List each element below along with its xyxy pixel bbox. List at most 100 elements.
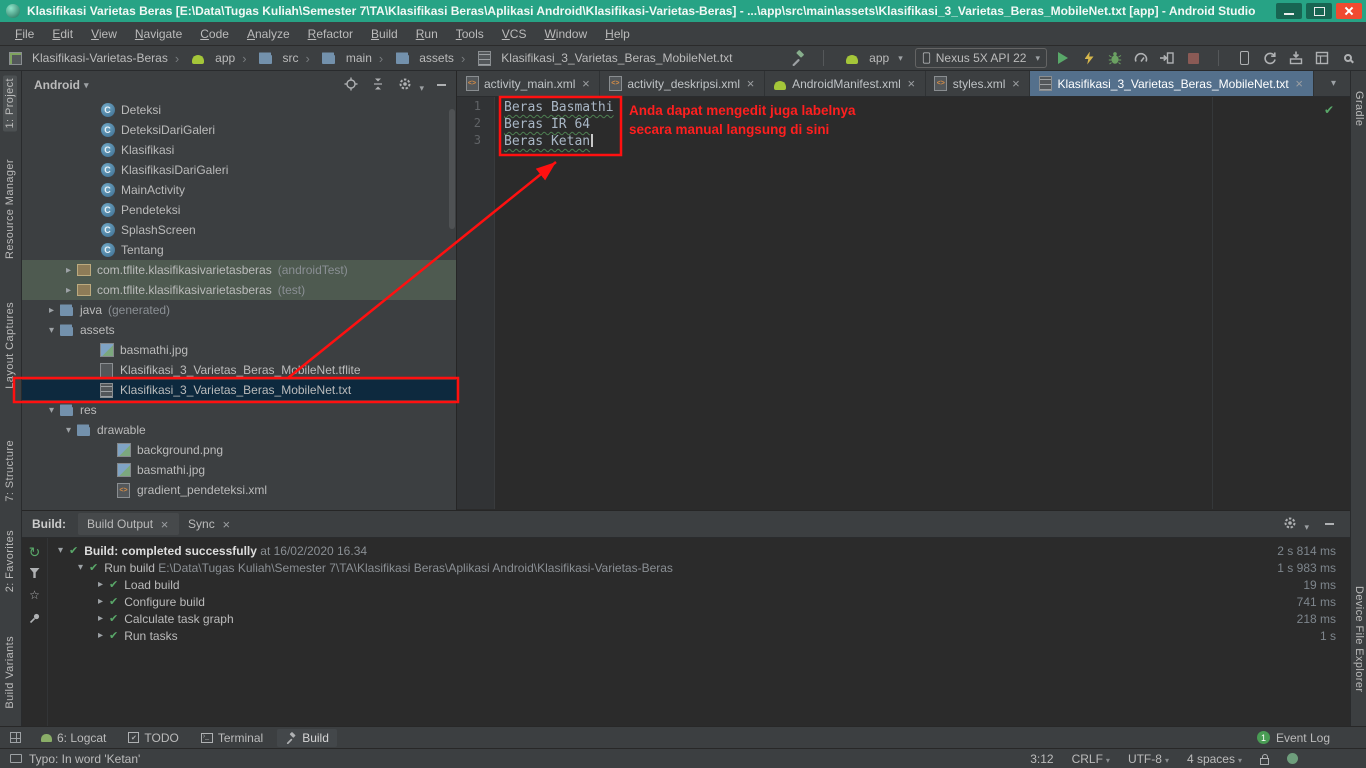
menu-tools[interactable]: Tools: [447, 24, 493, 44]
tree-item-labels-txt[interactable]: Klasifikasi_3_Varietas_Beras_MobileNet.t…: [22, 380, 456, 400]
tree-item-gradient-pendeteksi-xml[interactable]: gradient_pendeteksi.xml: [22, 480, 456, 500]
tree-item-deteksi[interactable]: Deteksi: [22, 100, 456, 120]
menu-edit[interactable]: Edit: [43, 24, 82, 44]
locate-file-icon[interactable]: [344, 77, 358, 94]
indent-select[interactable]: 4 spaces: [1187, 752, 1242, 766]
stripe-device-file-explorer-button[interactable]: Device File Explorer: [1353, 586, 1365, 692]
tree-item-tentang[interactable]: Tentang: [22, 240, 456, 260]
chevron-right-icon[interactable]: [94, 613, 107, 624]
chevron-right-icon[interactable]: [62, 265, 75, 276]
tree-item-klasifikasi[interactable]: Klasifikasi: [22, 140, 456, 160]
readonly-lock-icon[interactable]: [1260, 753, 1269, 765]
search-everywhere-icon[interactable]: [1338, 48, 1358, 68]
chevron-down-icon[interactable]: [74, 562, 87, 573]
close-tab-icon[interactable]: [221, 519, 232, 530]
tree-item-tflite-model[interactable]: Klasifikasi_3_Varietas_Beras_MobileNet.t…: [22, 360, 456, 380]
menu-navigate[interactable]: Navigate: [126, 24, 191, 44]
chevron-down-icon[interactable]: [45, 325, 58, 336]
stripe-gradle-button[interactable]: Gradle: [1353, 91, 1365, 126]
apply-changes-icon[interactable]: [1079, 48, 1099, 68]
stripe-resource-manager-button[interactable]: Resource Manager: [3, 156, 17, 262]
tab-androidmanifest-xml[interactable]: AndroidManifest.xml: [765, 71, 926, 96]
tree-item-mainactivity[interactable]: MainActivity: [22, 180, 456, 200]
breadcrumb-main[interactable]: main: [299, 50, 372, 66]
breadcrumb-project[interactable]: Klasifikasi-Varietas-Beras: [8, 50, 168, 66]
avd-manager-icon[interactable]: [1234, 48, 1254, 68]
menu-view[interactable]: View: [82, 24, 126, 44]
menu-vcs[interactable]: VCS: [493, 24, 536, 44]
tree-item-deteksidarigaleri[interactable]: DeteksiDariGaleri: [22, 120, 456, 140]
menu-refactor[interactable]: Refactor: [299, 24, 362, 44]
restart-build-icon[interactable]: [29, 546, 41, 558]
collapse-all-icon[interactable]: [371, 77, 385, 94]
tree-item-basmathi-jpg-drawable[interactable]: basmathi.jpg: [22, 460, 456, 480]
tree-item-res[interactable]: res: [22, 400, 456, 420]
event-log-button[interactable]: 1 Event Log: [1256, 731, 1330, 745]
build-settings-gear-icon[interactable]: [1283, 516, 1309, 533]
build-row-run-tasks[interactable]: Run tasks 1 s: [48, 627, 1350, 644]
layout-inspector-icon[interactable]: [1312, 48, 1332, 68]
attach-debugger-icon[interactable]: [1157, 48, 1177, 68]
tab-activity-deskripsi-xml[interactable]: activity_deskripsi.xml: [600, 71, 766, 96]
gradle-sync-icon[interactable]: [1260, 48, 1280, 68]
tab-sync[interactable]: Sync: [179, 513, 241, 535]
settings-gear-icon[interactable]: [398, 77, 424, 94]
tab-list-dropdown-icon[interactable]: [1317, 71, 1350, 96]
chevron-right-icon[interactable]: [62, 285, 75, 296]
editor-body[interactable]: 1 2 3 Beras Basmathi Beras IR 64 Beras K…: [457, 97, 1350, 509]
close-button[interactable]: [1336, 3, 1362, 19]
build-row-summary[interactable]: Build: completed successfully at 16/02/2…: [48, 542, 1350, 559]
hide-panel-icon[interactable]: [1325, 523, 1334, 525]
stripe-layout-captures-button[interactable]: Layout Captures: [3, 299, 17, 392]
stripe-todo-button[interactable]: TODO: [120, 729, 186, 747]
build-row-load-build[interactable]: Load build 19 ms: [48, 576, 1350, 593]
pin-icon[interactable]: [29, 612, 41, 627]
filter-icon[interactable]: [29, 568, 40, 578]
breadcrumb-assets[interactable]: assets: [372, 50, 454, 66]
status-message-icon[interactable]: [10, 754, 22, 763]
encoding-select[interactable]: UTF-8: [1128, 752, 1169, 766]
tab-labels-txt[interactable]: Klasifikasi_3_Varietas_Beras_MobileNet.t…: [1030, 71, 1314, 96]
line-separator-select[interactable]: CRLF: [1072, 752, 1110, 766]
tree-item-background-png[interactable]: background.png: [22, 440, 456, 460]
tree-item-java-generated[interactable]: java (generated): [22, 300, 456, 320]
inspection-ok-icon[interactable]: [1324, 103, 1334, 117]
menu-analyze[interactable]: Analyze: [238, 24, 299, 44]
build-row-run-build[interactable]: Run build E:\Data\Tugas Kuliah\Semester …: [48, 559, 1350, 576]
close-tab-icon[interactable]: [1010, 78, 1021, 89]
chevron-down-icon[interactable]: [54, 545, 67, 556]
minimize-button[interactable]: [1276, 3, 1302, 19]
close-tab-icon[interactable]: [159, 519, 170, 530]
menu-window[interactable]: Window: [535, 24, 596, 44]
stripe-build-variants-button[interactable]: Build Variants: [3, 633, 17, 712]
device-select[interactable]: Nexus 5X API 22: [914, 48, 1047, 68]
tree-item-basmathi-jpg[interactable]: basmathi.jpg: [22, 340, 456, 360]
profile-icon[interactable]: [1131, 48, 1151, 68]
menu-file[interactable]: File: [6, 24, 43, 44]
tab-styles-xml[interactable]: styles.xml: [926, 71, 1031, 96]
breadcrumb-src[interactable]: src: [235, 50, 299, 66]
build-row-configure-build[interactable]: Configure build 741 ms: [48, 593, 1350, 610]
tree-item-assets[interactable]: assets: [22, 320, 456, 340]
tree-item-drawable[interactable]: drawable: [22, 420, 456, 440]
tree-item-package-test[interactable]: com.tflite.klasifikasivarietasberas (test…: [22, 280, 456, 300]
run-configuration-select[interactable]: app: [839, 49, 909, 67]
run-button[interactable]: [1053, 48, 1073, 68]
favorites-icon[interactable]: [29, 588, 40, 602]
hide-panel-icon[interactable]: [437, 84, 446, 86]
stop-icon[interactable]: [1183, 48, 1203, 68]
tab-activity-main-xml[interactable]: activity_main.xml: [457, 71, 601, 96]
chevron-down-icon[interactable]: [45, 405, 58, 416]
stripe-project-button[interactable]: 1: Project: [3, 75, 17, 132]
tree-item-klasifikasidarigaleri[interactable]: KlasifikasiDariGaleri: [22, 160, 456, 180]
close-tab-icon[interactable]: [745, 78, 756, 89]
menu-run[interactable]: Run: [407, 24, 447, 44]
menu-help[interactable]: Help: [596, 24, 639, 44]
maximize-button[interactable]: [1306, 3, 1332, 19]
tab-build-output[interactable]: Build Output: [78, 513, 180, 535]
stripe-build-button[interactable]: Build: [277, 728, 337, 747]
stripe-logcat-button[interactable]: 6: Logcat: [33, 729, 114, 747]
tree-item-package-androidtest[interactable]: com.tflite.klasifikasivarietasberas (andr…: [22, 260, 456, 280]
debug-icon[interactable]: [1105, 48, 1125, 68]
chevron-right-icon[interactable]: [94, 596, 107, 607]
